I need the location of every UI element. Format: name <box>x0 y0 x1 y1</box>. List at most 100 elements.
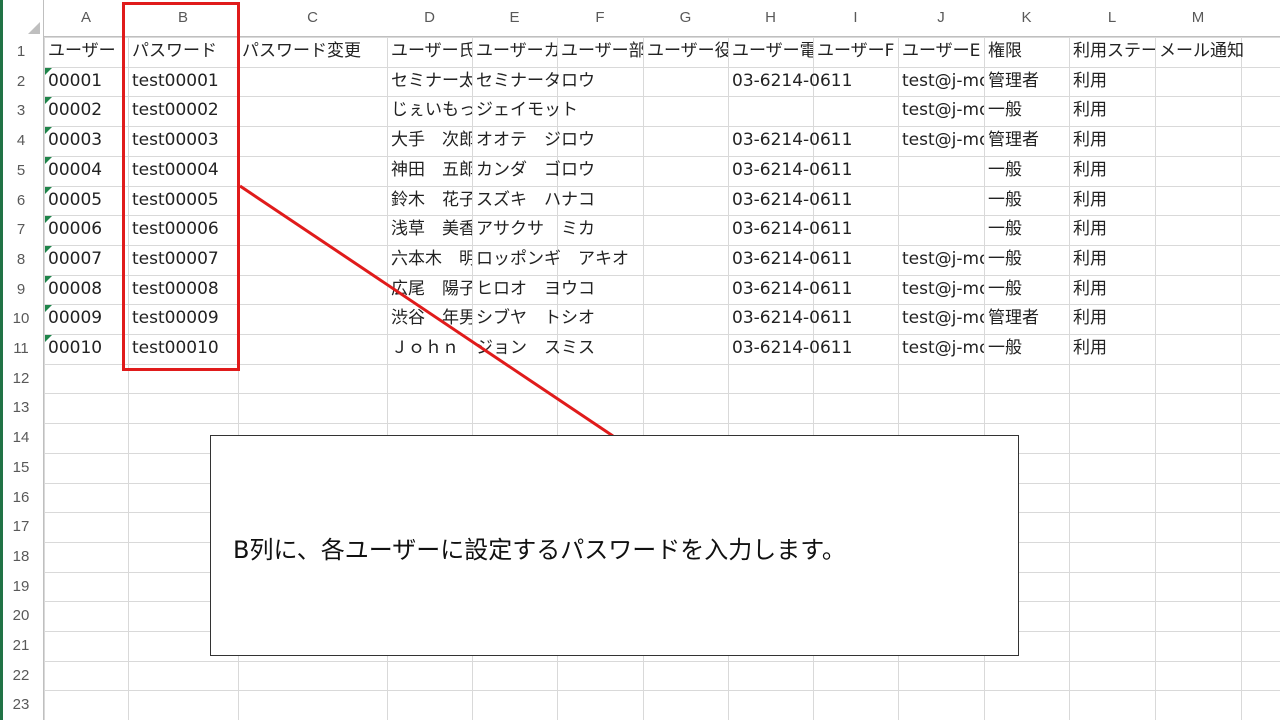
cell-k6[interactable]: 一般 <box>984 186 1069 215</box>
cell-b8[interactable]: test00007 <box>128 245 238 274</box>
row-header-11[interactable]: 11 <box>0 334 42 363</box>
cell-d2[interactable]: セミナー太 <box>387 67 472 96</box>
row-header-6[interactable]: 6 <box>0 186 42 215</box>
cell-b7[interactable]: test00006 <box>128 215 238 244</box>
cell-h8[interactable]: 03-6214-0611 <box>728 245 852 274</box>
cell-b2[interactable]: test00001 <box>128 67 238 96</box>
cell-d1[interactable]: ユーザー氏 <box>387 37 472 66</box>
cell-b5[interactable]: test00004 <box>128 156 238 185</box>
cell-e8[interactable]: ロッポンギ アキオ <box>472 245 629 274</box>
cell-k10[interactable]: 管理者 <box>984 304 1069 333</box>
row-header-9[interactable]: 9 <box>0 275 42 304</box>
row-header-21[interactable]: 21 <box>0 631 42 660</box>
cell-l4[interactable]: 利用 <box>1069 126 1155 155</box>
row-header-13[interactable]: 13 <box>0 393 42 422</box>
row-header-15[interactable]: 15 <box>0 453 42 482</box>
column-header-m[interactable]: M <box>1155 0 1241 36</box>
cell-d7[interactable]: 浅草 美香 <box>387 215 472 244</box>
cell-d4[interactable]: 大手 次郎 <box>387 126 472 155</box>
cell-j4[interactable]: test@j-mo <box>898 126 984 155</box>
cell-k3[interactable]: 一般 <box>984 96 1069 125</box>
row-header-18[interactable]: 18 <box>0 542 42 571</box>
cell-l2[interactable]: 利用 <box>1069 67 1155 96</box>
row-header-16[interactable]: 16 <box>0 483 42 512</box>
cell-e3[interactable]: ジェイモット <box>472 96 578 125</box>
cell-b4[interactable]: test00003 <box>128 126 238 155</box>
cell-a10[interactable]: 00009 <box>44 304 128 333</box>
row-header-8[interactable]: 8 <box>0 245 42 274</box>
cell-a7[interactable]: 00006 <box>44 215 128 244</box>
column-header-l[interactable]: L <box>1069 0 1155 36</box>
cell-e11[interactable]: ジョン スミス <box>472 334 595 363</box>
cell-b11[interactable]: test00010 <box>128 334 238 363</box>
cell-j11[interactable]: test@j-mo <box>898 334 984 363</box>
cell-h4[interactable]: 03-6214-0611 <box>728 126 852 155</box>
cell-e1[interactable]: ユーザーカ <box>472 37 557 66</box>
cell-d3[interactable]: じぇいもっ <box>387 96 472 125</box>
cell-b10[interactable]: test00009 <box>128 304 238 333</box>
cell-h1[interactable]: ユーザー電 <box>728 37 813 66</box>
column-header-b[interactable]: B <box>128 0 238 36</box>
cell-e7[interactable]: アサクサ ミカ <box>472 215 595 244</box>
column-header-e[interactable]: E <box>472 0 557 36</box>
cell-d8[interactable]: 六本木 明 <box>387 245 472 274</box>
cell-e10[interactable]: シブヤ トシオ <box>472 304 595 333</box>
cell-h7[interactable]: 03-6214-0611 <box>728 215 852 244</box>
cell-l1[interactable]: 利用ステー <box>1069 37 1155 66</box>
cell-j2[interactable]: test@j-mo <box>898 67 984 96</box>
cell-k9[interactable]: 一般 <box>984 275 1069 304</box>
cell-i1[interactable]: ユーザーF <box>813 37 898 66</box>
column-header-d[interactable]: D <box>387 0 472 36</box>
cell-b6[interactable]: test00005 <box>128 186 238 215</box>
row-header-1[interactable]: 1 <box>0 37 42 66</box>
cell-a2[interactable]: 00001 <box>44 67 128 96</box>
row-header-3[interactable]: 3 <box>0 96 42 125</box>
cell-l7[interactable]: 利用 <box>1069 215 1155 244</box>
column-header-i[interactable]: I <box>813 0 898 36</box>
cell-f1[interactable]: ユーザー部 <box>557 37 643 66</box>
cell-h6[interactable]: 03-6214-0611 <box>728 186 852 215</box>
cell-l10[interactable]: 利用 <box>1069 304 1155 333</box>
cell-l3[interactable]: 利用 <box>1069 96 1155 125</box>
row-header-12[interactable]: 12 <box>0 364 42 393</box>
cell-k5[interactable]: 一般 <box>984 156 1069 185</box>
cell-e6[interactable]: スズキ ハナコ <box>472 186 595 215</box>
cell-b9[interactable]: test00008 <box>128 275 238 304</box>
cell-a9[interactable]: 00008 <box>44 275 128 304</box>
cell-k1[interactable]: 権限 <box>984 37 1069 66</box>
row-header-4[interactable]: 4 <box>0 126 42 155</box>
cell-e4[interactable]: オオテ ジロウ <box>472 126 595 155</box>
row-header-22[interactable]: 22 <box>0 661 42 690</box>
cell-a6[interactable]: 00005 <box>44 186 128 215</box>
cell-j1[interactable]: ユーザーE <box>898 37 984 66</box>
cell-e2[interactable]: セミナータロウ <box>472 67 595 96</box>
cell-g1[interactable]: ユーザー役 <box>643 37 728 66</box>
cell-l11[interactable]: 利用 <box>1069 334 1155 363</box>
cell-e5[interactable]: カンダ ゴロウ <box>472 156 595 185</box>
cell-k4[interactable]: 管理者 <box>984 126 1069 155</box>
cell-a1[interactable]: ユーザー <box>44 37 128 66</box>
row-header-14[interactable]: 14 <box>0 423 42 452</box>
cell-h9[interactable]: 03-6214-0611 <box>728 275 852 304</box>
row-header-7[interactable]: 7 <box>0 215 42 244</box>
column-header-j[interactable]: J <box>898 0 984 36</box>
cell-j8[interactable]: test@j-mo <box>898 245 984 274</box>
column-header-h[interactable]: H <box>728 0 813 36</box>
column-header-c[interactable]: C <box>238 0 387 36</box>
cell-j9[interactable]: test@j-mo <box>898 275 984 304</box>
select-all-corner[interactable] <box>28 22 40 34</box>
cell-a11[interactable]: 00010 <box>44 334 128 363</box>
cell-k11[interactable]: 一般 <box>984 334 1069 363</box>
cell-a8[interactable]: 00007 <box>44 245 128 274</box>
cell-h10[interactable]: 03-6214-0611 <box>728 304 852 333</box>
row-header-17[interactable]: 17 <box>0 512 42 541</box>
row-header-19[interactable]: 19 <box>0 572 42 601</box>
cell-d6[interactable]: 鈴木 花子 <box>387 186 472 215</box>
row-header-20[interactable]: 20 <box>0 601 42 630</box>
cell-c1[interactable]: パスワード変更 <box>238 37 387 66</box>
cell-e9[interactable]: ヒロオ ヨウコ <box>472 275 595 304</box>
cell-h5[interactable]: 03-6214-0611 <box>728 156 852 185</box>
cell-a3[interactable]: 00002 <box>44 96 128 125</box>
cell-d9[interactable]: 広尾 陽子 <box>387 275 472 304</box>
cell-b3[interactable]: test00002 <box>128 96 238 125</box>
